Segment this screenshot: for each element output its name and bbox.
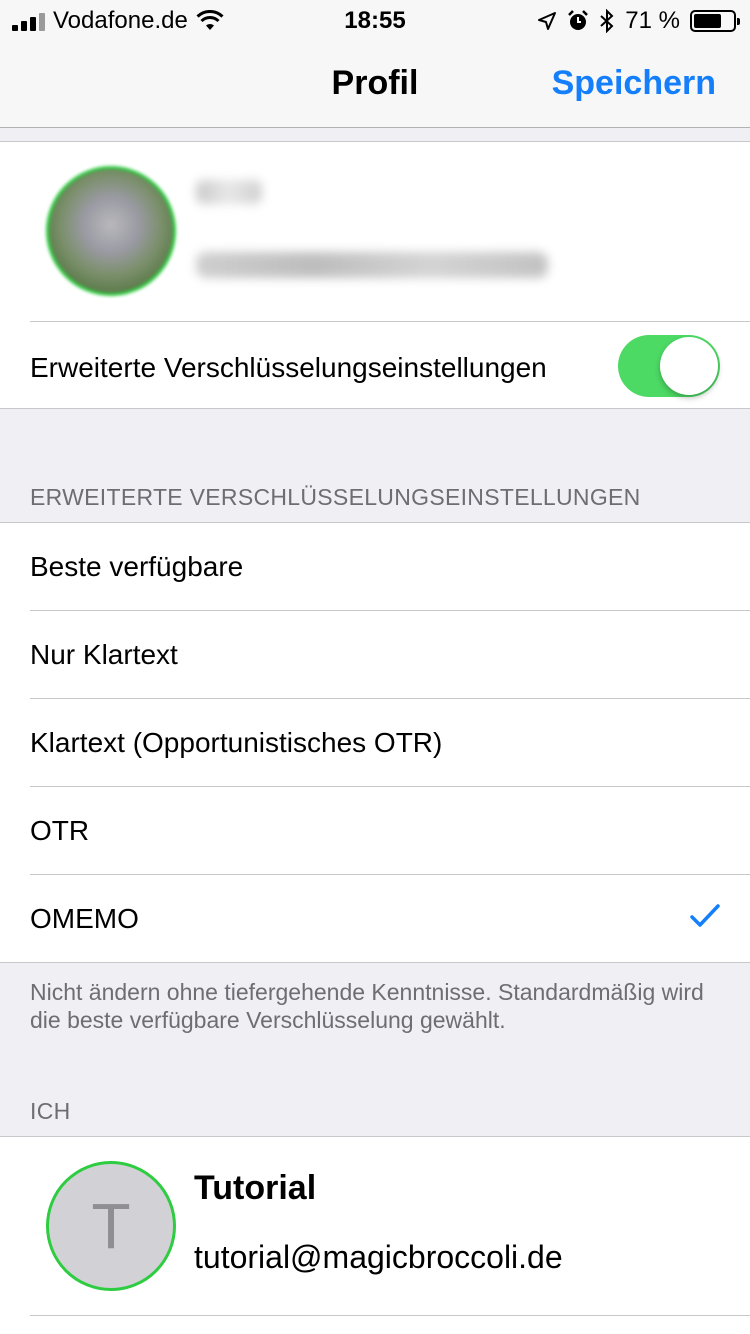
profile-section: Erweiterte Verschlüsselungseinstellungen	[0, 141, 750, 409]
option-label: Nur Klartext	[30, 639, 178, 670]
redacted-jid	[196, 252, 548, 278]
option-plaintext-opportunistic-otr[interactable]: Klartext (Opportunistisches OTR)	[0, 699, 750, 787]
option-best-available[interactable]: Beste verfügbare	[0, 523, 750, 611]
encryption-section-header: ERWEITERTE VERSCHLÜSSELUNGSEINSTELLUNGEN	[30, 484, 641, 510]
nav-bar: Profil Speichern	[0, 40, 750, 128]
bluetooth-icon	[600, 9, 614, 33]
redacted-name	[196, 180, 262, 204]
encryption-footer-note: Nicht ändern ohne tiefergehende Kenntnis…	[30, 979, 704, 1033]
encryption-toggle[interactable]	[618, 335, 720, 397]
option-otr[interactable]: OTR	[0, 787, 750, 875]
divider	[30, 321, 750, 322]
account-jid: tutorial@magicbroccoli.de	[194, 1239, 563, 1275]
option-label: OMEMO	[30, 903, 139, 934]
me-section-header: ICH	[30, 1098, 71, 1124]
avatar[interactable]: T	[46, 1161, 176, 1291]
encryption-options: Beste verfügbare Nur Klartext Klartext (…	[0, 522, 750, 963]
alarm-icon	[568, 10, 589, 30]
checkmark-icon	[690, 904, 720, 927]
divider	[30, 1315, 750, 1316]
battery-percent: 71 %	[625, 7, 680, 34]
option-omemo[interactable]: OMEMO	[0, 875, 750, 963]
location-icon	[538, 12, 557, 30]
account-name: Tutorial	[194, 1169, 317, 1207]
encryption-toggle-label: Erweiterte Verschlüsselungseinstellungen	[30, 352, 547, 383]
option-plaintext-only[interactable]: Nur Klartext	[0, 611, 750, 699]
battery-icon	[690, 10, 740, 32]
option-label: Klartext (Opportunistisches OTR)	[30, 727, 443, 758]
me-section: T Tutorial tutorial@magicbroccoli.de	[0, 1136, 750, 1334]
battery-fill	[694, 14, 721, 28]
option-label: Beste verfügbare	[30, 551, 244, 582]
save-button[interactable]: Speichern	[552, 64, 716, 103]
avatar[interactable]	[46, 166, 176, 296]
status-bar: Vodafone.de 18:55 71 %	[0, 0, 750, 40]
toggle-knob	[660, 337, 718, 395]
option-label: OTR	[30, 815, 90, 846]
status-right: 71 %	[537, 7, 740, 35]
